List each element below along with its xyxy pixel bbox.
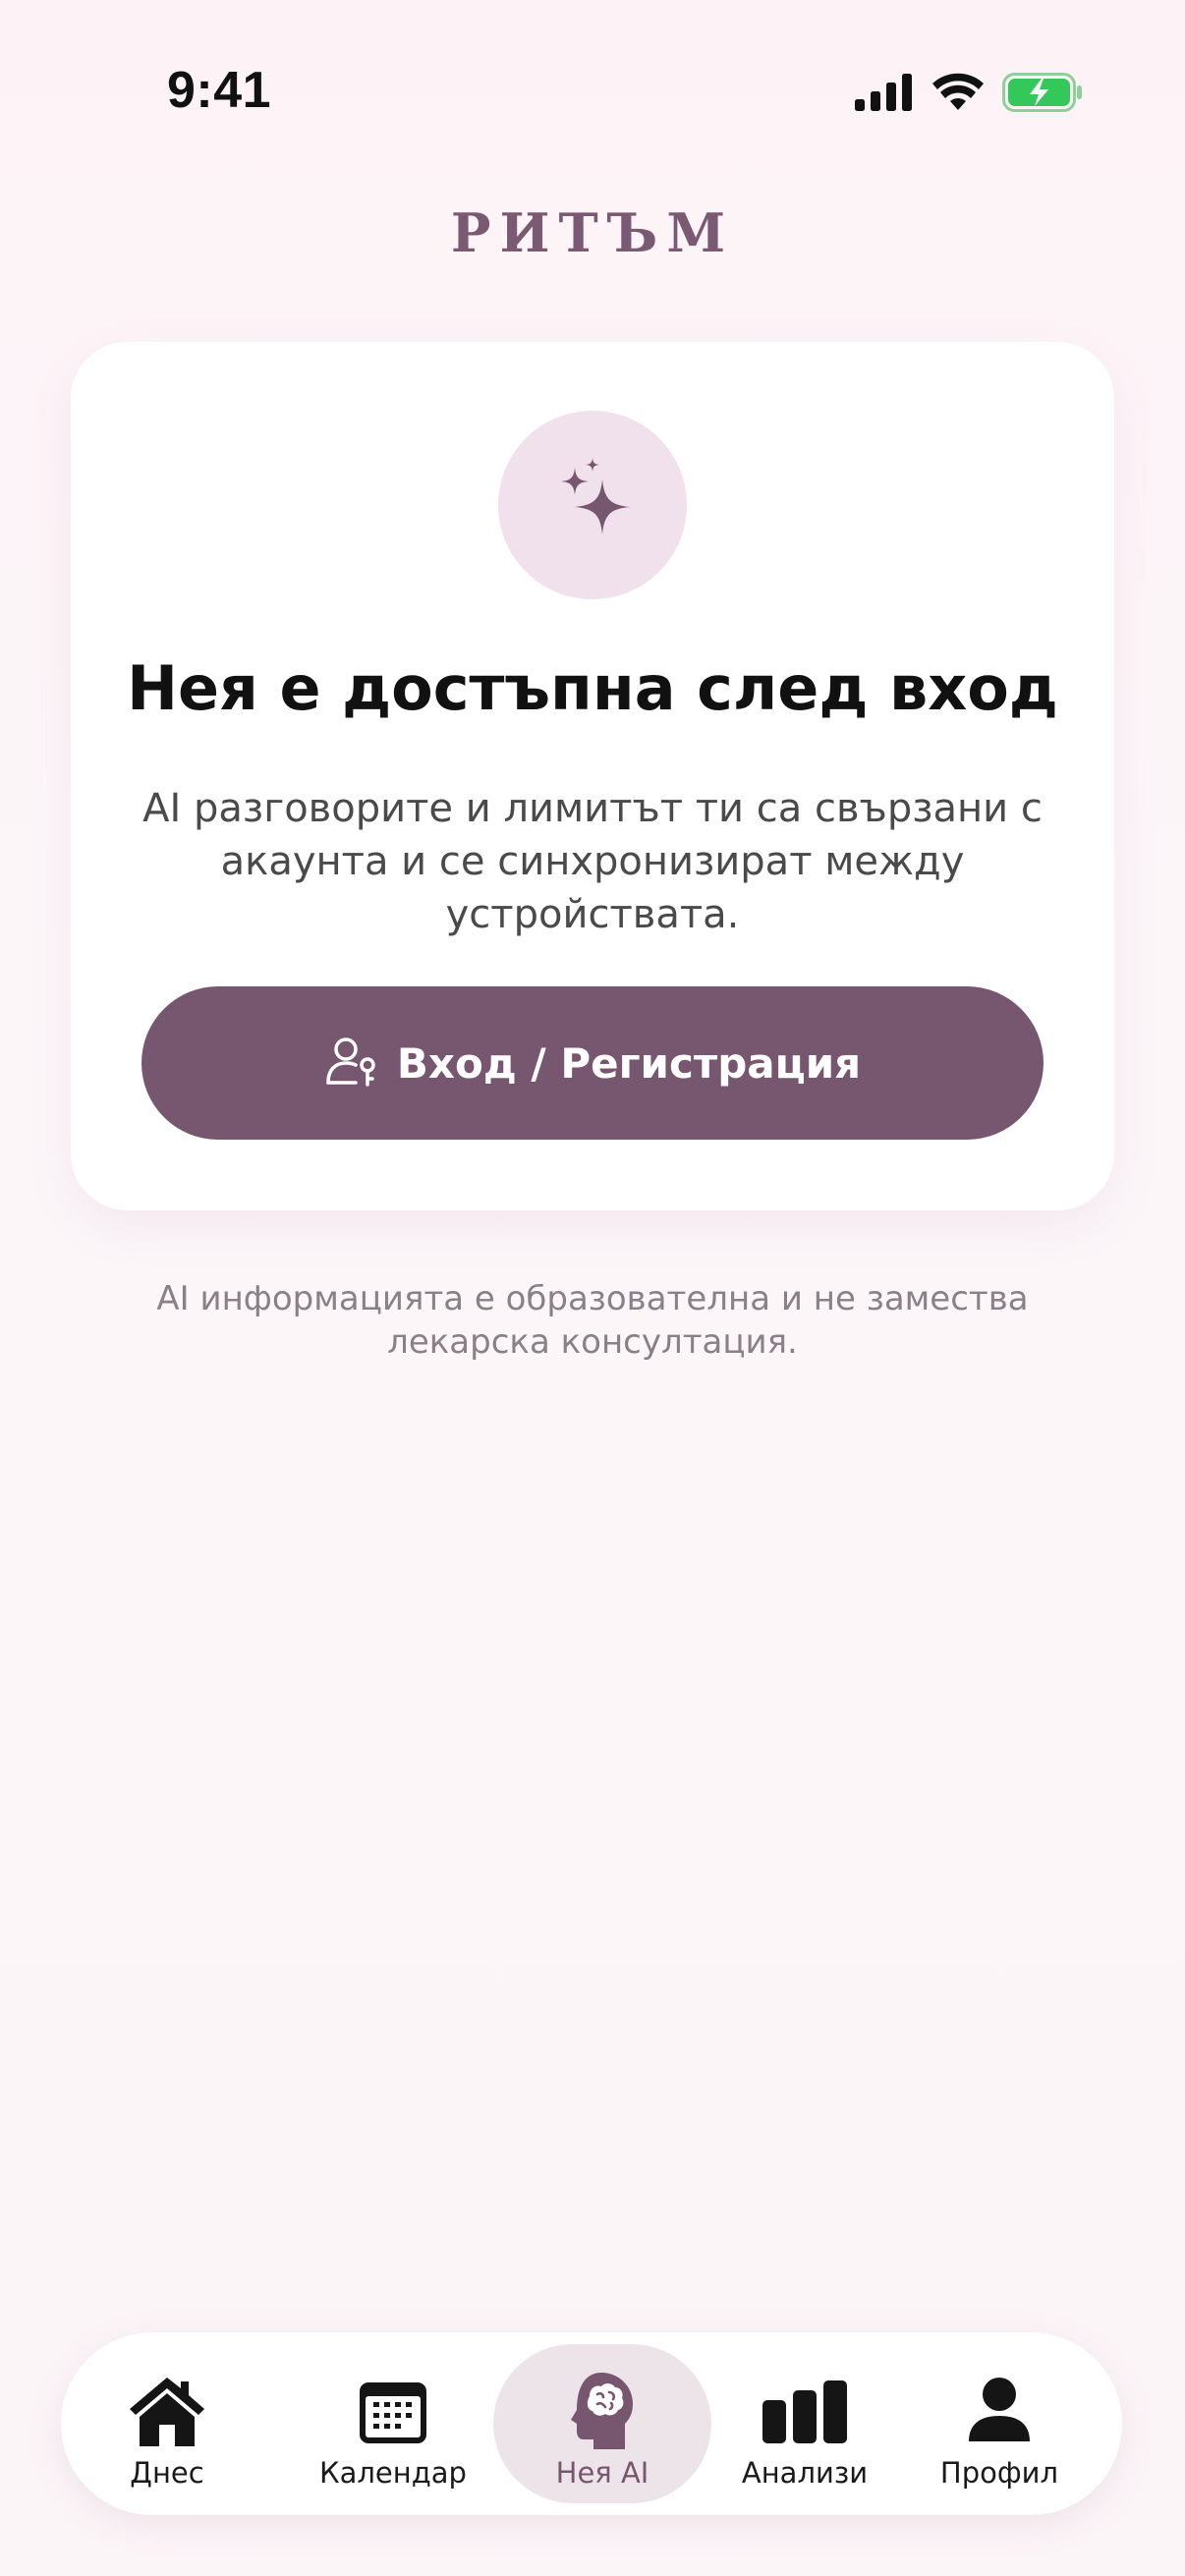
status-time: 9:41 — [167, 62, 272, 119]
brain-head-icon — [568, 2372, 637, 2450]
ai-disclaimer: AI информацията е образователна и не зам… — [156, 1279, 1029, 1362]
tab-analytics-label: Анализи — [741, 2456, 869, 2490]
status-icons — [855, 73, 1083, 116]
tab-analytics[interactable]: Анализи — [711, 2344, 898, 2503]
battery-charging-icon — [1002, 73, 1083, 116]
card-description: AI разговорите и лимитът ти са свързани … — [142, 786, 1043, 937]
ai-badge — [498, 411, 687, 599]
tab-bar: Днес Календар Нея AI Анализи Профил — [61, 2332, 1122, 2515]
status-bar: 9:41 — [0, 0, 1185, 147]
tab-profile[interactable]: Профил — [912, 2344, 1087, 2503]
tab-calendar[interactable]: Календар — [287, 2344, 499, 2503]
login-register-label: Вход / Регистрация — [396, 1038, 862, 1088]
tab-profile-label: Профил — [939, 2456, 1059, 2490]
sparkles-icon — [545, 456, 640, 554]
user-key-icon — [324, 1036, 379, 1091]
card-title: Нея е достъпна след вход — [127, 652, 1058, 724]
bar-chart-icon — [761, 2372, 849, 2450]
login-required-card: Нея е достъпна след вход AI разговорите … — [71, 342, 1114, 1210]
home-icon — [126, 2372, 208, 2450]
brand-logo: РИТЪМ — [450, 201, 735, 264]
tab-today-label: Днес — [130, 2456, 204, 2490]
login-register-button[interactable]: Вход / Регистрация — [141, 986, 1044, 1140]
calendar-icon — [358, 2372, 428, 2450]
tab-neya-ai-label: Нея AI — [555, 2456, 649, 2490]
tab-calendar-label: Календар — [319, 2456, 467, 2490]
person-icon — [967, 2372, 1032, 2450]
tab-today[interactable]: Днес — [81, 2344, 254, 2503]
cellular-signal-icon — [855, 74, 914, 115]
wifi-icon — [931, 73, 985, 116]
tab-neya-ai[interactable]: Нея AI — [493, 2344, 711, 2503]
